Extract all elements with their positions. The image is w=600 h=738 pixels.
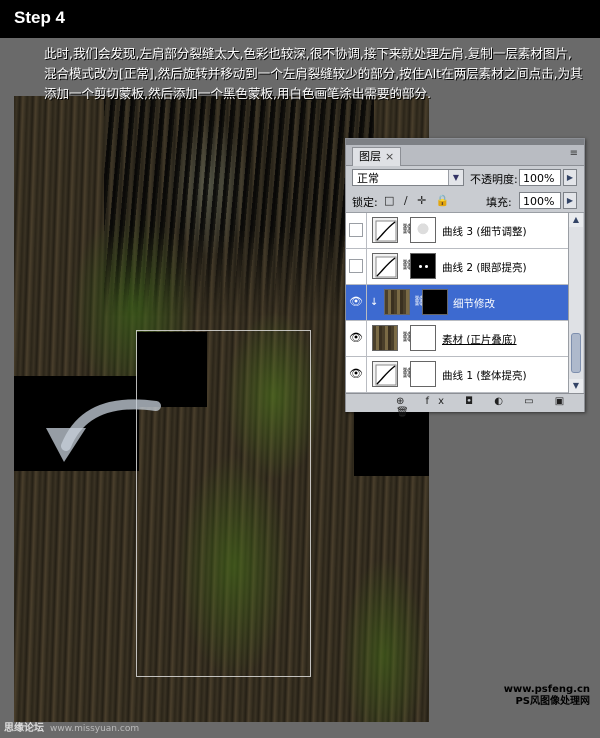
layer-mask-thumbnail[interactable] [422,289,448,315]
header-bar: Step 4 [0,0,600,38]
panel-tab-row: 图层 × ≡ [346,145,584,166]
curves-adjustment-icon [372,361,398,387]
scroll-thumb[interactable] [571,333,581,373]
panel-footer: ⊕ fx ◘ ◐ ▭ ▣ 🗑 [346,393,584,418]
layers-panel: 图层 × ≡ 正常 ▼ 不透明度: 100% ▶ 锁定: □ ∕ ✛ 🔒 填充: … [345,138,585,418]
lock-options-icon[interactable]: □ ∕ ✛ 🔒 [384,194,453,207]
layer-row-curves-1[interactable]: 👁 ⛓ 曲线 1 (整体提亮) [346,357,568,393]
layer-row-curves-2[interactable]: ⛓ 曲线 2 (眼部提亮) [346,249,568,285]
layer-row-detail-edit[interactable]: 👁 ↓ ⛓ 细节修改 [346,285,568,321]
layer-thumbnail [384,289,410,315]
blend-mode-value: 正常 [357,172,379,185]
layer-name: 素材 (正片叠底) [442,334,517,346]
layer-name: 曲线 1 (整体提亮) [442,370,527,382]
fill-label: 填充: [486,196,512,209]
curves-adjustment-icon [372,253,398,279]
watermark-forum-name: 思缘论坛 [4,723,44,734]
layer-mask-thumbnail[interactable] [410,325,436,351]
layer-mask-thumbnail[interactable] [410,361,436,387]
chevron-down-icon[interactable]: ▼ [448,170,463,185]
rotate-arrow-icon [46,399,161,462]
watermark-forum-url: www.missyuan.com [50,724,140,734]
step-title: Step 4 [14,8,66,27]
scroll-down-icon[interactable]: ▼ [569,379,583,393]
layer-name: 曲线 3 (细节调整) [442,226,527,238]
watermark-missyuan: 思缘论坛 www.missyuan.com [4,719,139,734]
layer-actions-icons[interactable]: ⊕ fx ◘ ◐ ▭ ▣ 🗑 [396,396,584,418]
layer-mask-thumbnail[interactable] [410,217,436,243]
lock-label: 锁定: [352,196,378,209]
divider [366,321,367,356]
layer-row-texture[interactable]: 👁 ⛓ 素材 (正片叠底) [346,321,568,357]
tab-layers[interactable]: 图层 × [352,147,402,166]
visibility-toggle[interactable] [349,259,363,273]
watermark-site-name: PS风图像处理网 [515,696,590,707]
watermark-url: www.psfeng.cn [503,684,590,695]
visibility-toggle[interactable] [349,223,363,237]
eye-icon[interactable]: 👁 [349,331,363,345]
opacity-label: 不透明度: [470,173,518,186]
opacity-slider-arrow-icon[interactable]: ▶ [563,169,577,186]
divider [366,213,367,248]
tab-layers-label: 图层 [359,150,381,163]
layer-name: 曲线 2 (眼部提亮) [442,262,527,274]
layers-list: ⛓ 曲线 3 (细节调整) ⛓ 曲线 2 (眼部提亮) 👁 ↓ ⛓ 细节修改 👁 [346,213,568,393]
layer-thumbnail [372,325,398,351]
layer-name: 细节修改 [453,298,495,310]
divider [366,285,367,320]
scroll-up-icon[interactable]: ▲ [569,213,583,227]
blend-mode-select[interactable]: 正常 ▼ [352,169,464,186]
divider [366,249,367,284]
eye-icon[interactable]: 👁 [349,367,363,381]
layers-scrollbar[interactable]: ▲ ▼ [568,213,583,393]
panel-menu-icon[interactable]: ≡ [570,148,578,159]
blend-row: 正常 ▼ 不透明度: 100% ▶ [346,166,584,190]
fill-input[interactable]: 100% [519,192,561,209]
curves-adjustment-icon [372,217,398,243]
divider [366,357,367,392]
hair-roots [104,96,374,316]
opacity-input[interactable]: 100% [519,169,561,186]
instruction-text: 此时,我们会发现,左肩部分裂缝太大,色彩也较深,很不协调,接下来就处理左肩.复制… [44,46,583,101]
layer-mask-thumbnail[interactable] [410,253,436,279]
fill-slider-arrow-icon[interactable]: ▶ [563,192,577,209]
watermark-psfeng: www.psfeng.cn PS风图像处理网 [490,684,590,708]
layer-row-curves-3[interactable]: ⛓ 曲线 3 (细节调整) [346,213,568,249]
close-icon[interactable]: × [385,150,394,163]
clipping-arrow-icon: ↓ [370,297,379,308]
eye-icon[interactable]: 👁 [349,295,363,309]
lock-row: 锁定: □ ∕ ✛ 🔒 填充: 100% ▶ [346,190,584,213]
